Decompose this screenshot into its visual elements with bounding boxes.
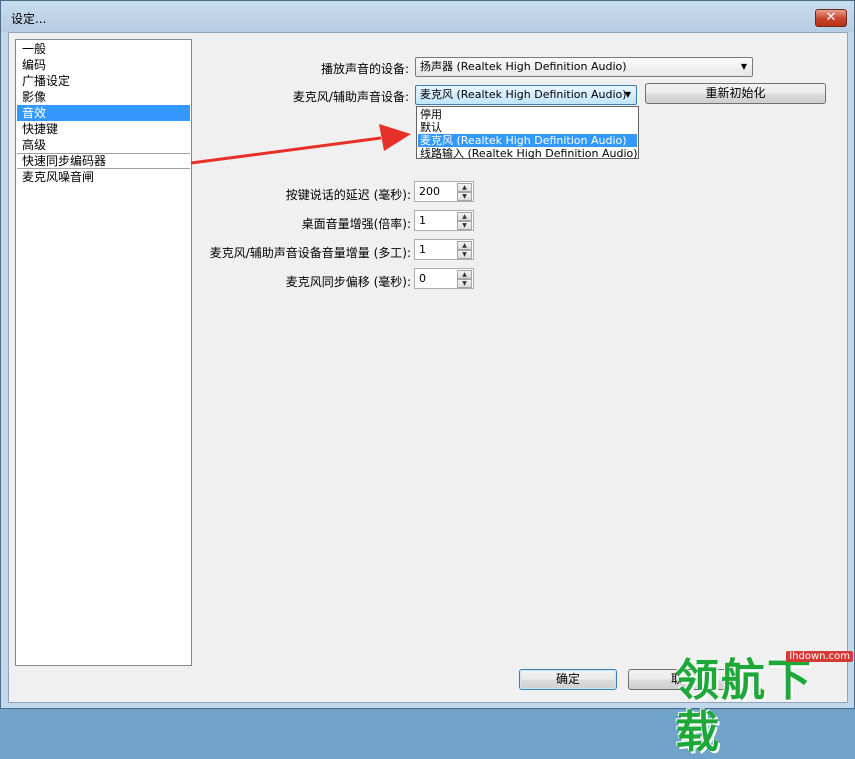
mic-option-microphone[interactable]: 麦克风 (Realtek High Definition Audio) <box>418 134 637 147</box>
mic-device-dropdown: 停用 默认 麦克风 (Realtek High Definition Audio… <box>416 106 639 160</box>
spin-up-icon[interactable]: ▲ <box>457 212 472 221</box>
spin-up-icon[interactable]: ▲ <box>457 183 472 192</box>
title-bar[interactable]: 设定... ✕ <box>1 1 854 32</box>
mic-device-label: 麦克风/辅助声音设备: <box>292 90 409 104</box>
spin-up-icon[interactable]: ▲ <box>457 241 472 250</box>
nav-item-video[interactable]: 影像 <box>17 89 190 105</box>
ptt-delay-value: 200 <box>419 185 440 198</box>
nav-item-noise-gate[interactable]: 麦克风噪音闸 <box>17 169 190 185</box>
mic-offset-value: 0 <box>419 272 426 285</box>
mic-option-line-in[interactable]: 线路输入 (Realtek High Definition Audio) <box>418 147 638 160</box>
nav-item-advanced[interactable]: 高级 <box>17 137 190 153</box>
watermark-logo: 领航下载 lhdown.com <box>669 649 855 758</box>
mic-device-value: 麦克风 (Realtek High Definition Audio) <box>420 88 627 101</box>
mic-offset-spinner[interactable]: 0 ▲ ▼ <box>414 268 474 289</box>
mic-boost-spinner[interactable]: 1 ▲ ▼ <box>414 239 474 260</box>
mic-boost-label: 麦克风/辅助声音设备音量增量 (多工): <box>209 246 411 260</box>
close-button[interactable]: ✕ <box>815 9 847 27</box>
reinitialize-button[interactable]: 重新初始化 <box>645 83 826 104</box>
ptt-delay-spinner[interactable]: 200 ▲ ▼ <box>414 181 474 202</box>
nav-item-broadcast[interactable]: 广播设定 <box>17 73 190 89</box>
nav-item-hotkeys[interactable]: 快捷键 <box>17 121 190 137</box>
spin-down-icon[interactable]: ▼ <box>457 192 472 201</box>
client-area: 一般 编码 广播设定 影像 音效 快捷键 高级 快速同步编码器 麦克风噪音闸 播… <box>8 32 848 703</box>
desktop-boost-value: 1 <box>419 214 426 227</box>
chevron-down-icon: ▼ <box>740 62 747 71</box>
mic-option-default[interactable]: 默认 <box>418 121 637 134</box>
watermark-url: lhdown.com <box>786 651 853 662</box>
desktop-boost-label: 桌面音量增强(倍率): <box>301 217 411 231</box>
mic-option-disabled[interactable]: 停用 <box>418 108 637 121</box>
watermark-text: 领航下载 <box>675 655 813 758</box>
ok-button[interactable]: 确定 <box>519 669 617 690</box>
settings-window: 设定... ✕ 一般 编码 广播设定 影像 音效 快捷键 高级 快速同步编码器 … <box>0 0 855 758</box>
spin-down-icon[interactable]: ▼ <box>457 279 472 288</box>
mic-boost-value: 1 <box>419 243 426 256</box>
playback-device-value: 扬声器 (Realtek High Definition Audio) <box>420 60 627 73</box>
spin-down-icon[interactable]: ▼ <box>457 250 472 259</box>
spin-down-icon[interactable]: ▼ <box>457 221 472 230</box>
mic-offset-label: 麦克风同步偏移 (毫秒): <box>285 275 411 289</box>
desktop-boost-spinner[interactable]: 1 ▲ ▼ <box>414 210 474 231</box>
nav-item-encoding[interactable]: 编码 <box>17 57 190 73</box>
nav-item-quicksync[interactable]: 快速同步编码器 <box>17 153 190 169</box>
nav-item-audio[interactable]: 音效 <box>17 105 190 121</box>
nav-item-general[interactable]: 一般 <box>17 41 190 57</box>
playback-device-label: 播放声音的设备: <box>320 62 409 76</box>
mic-device-select[interactable]: 麦克风 (Realtek High Definition Audio) ▼ <box>415 85 637 105</box>
close-icon: ✕ <box>825 10 837 25</box>
spin-up-icon[interactable]: ▲ <box>457 270 472 279</box>
settings-category-list[interactable]: 一般 编码 广播设定 影像 音效 快捷键 高级 快速同步编码器 麦克风噪音闸 <box>15 39 192 666</box>
playback-device-select[interactable]: 扬声器 (Realtek High Definition Audio) ▼ <box>415 57 753 77</box>
chevron-down-icon: ▼ <box>624 90 631 99</box>
ptt-delay-label: 按键说话的延迟 (毫秒): <box>285 188 411 202</box>
window-title: 设定... <box>11 12 47 26</box>
